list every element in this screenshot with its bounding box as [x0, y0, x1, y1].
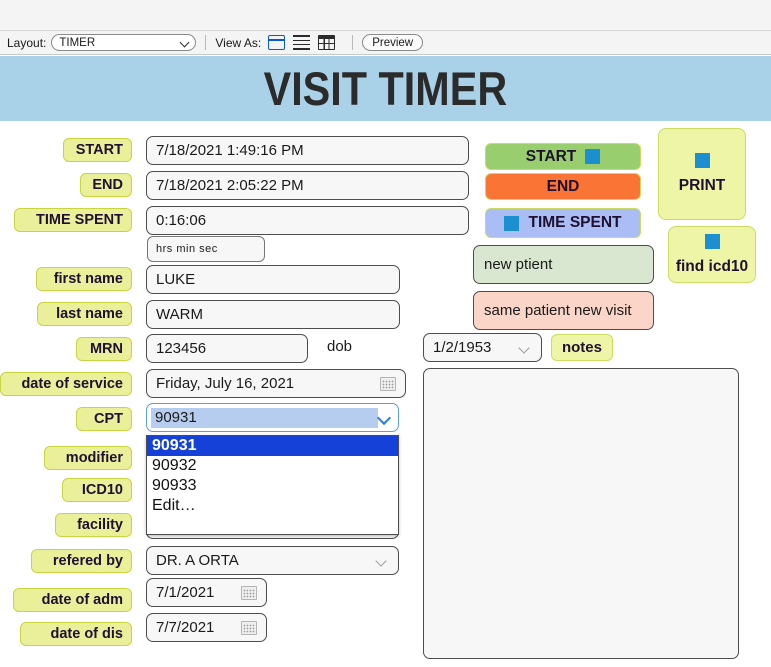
label-dob: dob	[327, 338, 353, 355]
label-first-name: first name	[36, 267, 132, 291]
date-of-service-value: Friday, July 16, 2021	[156, 375, 295, 392]
chevron-down-icon[interactable]	[378, 410, 393, 425]
notes-button[interactable]: notes	[551, 334, 613, 361]
label-last-name: last name	[37, 302, 132, 326]
mrn-value: 123456	[156, 340, 207, 357]
new-patient-label: new ptient	[484, 256, 553, 273]
cpt-option-1[interactable]: 90932	[147, 456, 398, 476]
status-square-icon	[585, 149, 601, 164]
layout-select[interactable]: TIMER	[51, 34, 197, 51]
label-time-spent: TIME SPENT	[14, 208, 132, 232]
new-patient-field[interactable]: new ptient	[473, 245, 654, 284]
toolbar-divider-2	[352, 35, 354, 50]
list-view-icon[interactable]	[293, 35, 311, 50]
page-banner: VISIT TIMER	[0, 56, 771, 121]
form-view-icon[interactable]	[268, 35, 286, 50]
start-button-label: START	[525, 147, 577, 165]
date-of-adm-value: 7/1/2021	[156, 584, 215, 601]
notes-textarea[interactable]	[423, 368, 739, 659]
refered-by-field[interactable]: DR. A ORTA	[146, 546, 399, 575]
time-spent-field[interactable]: 0:16:06	[146, 206, 469, 235]
date-of-service-field[interactable]: Friday, July 16, 2021	[146, 369, 406, 398]
start-value: 7/18/2021 1:49:16 PM	[156, 142, 304, 159]
page-title: VISIT TIMER	[263, 62, 508, 115]
cpt-field[interactable]: 90931	[146, 403, 399, 432]
label-start: START	[63, 138, 132, 162]
dob-value: 1/2/1953	[433, 339, 492, 356]
notes-button-label: notes	[561, 339, 602, 356]
window-titlebar	[0, 0, 771, 31]
same-patient-new-visit-field[interactable]: same patient new visit	[473, 291, 654, 330]
toolbar: Layout: TIMER View As: Preview	[0, 31, 771, 55]
label-mrn: MRN	[76, 337, 132, 361]
label-icd10: ICD10	[62, 478, 132, 502]
time-units-hint: hrs min sec	[147, 236, 265, 262]
label-date-of-service: date of service	[0, 372, 132, 396]
print-button[interactable]: PRINT	[658, 128, 746, 220]
calendar-icon[interactable]	[241, 585, 257, 600]
table-view-icon[interactable]	[318, 35, 336, 50]
toolbar-divider	[205, 35, 207, 50]
print-button-label: PRINT	[678, 177, 726, 194]
find-icd10-button-label: find icd10	[675, 257, 749, 275]
label-modifier: modifier	[44, 446, 132, 470]
time-spent-value: 0:16:06	[156, 212, 207, 229]
chevron-down-icon[interactable]	[376, 554, 389, 567]
label-cpt: CPT	[76, 407, 132, 431]
calendar-icon[interactable]	[380, 376, 396, 391]
mrn-field[interactable]: 123456	[146, 334, 308, 363]
refered-by-value: DR. A ORTA	[156, 552, 239, 569]
view-as-label: View As:	[215, 35, 262, 50]
label-date-of-adm: date of adm	[13, 588, 132, 612]
status-square-icon	[504, 215, 520, 231]
cpt-value: 90931	[151, 407, 378, 428]
dob-field[interactable]: 1/2/1953	[423, 333, 542, 362]
cpt-option-0[interactable]: 90931	[147, 436, 398, 456]
time-spent-button-label: TIME SPENT	[528, 214, 622, 231]
layout-label: Layout:	[7, 35, 47, 50]
cpt-dropdown-popup[interactable]: 90931 90932 90933 Edit…	[146, 435, 399, 535]
first-name-value: LUKE	[156, 271, 196, 288]
date-of-dis-value: 7/7/2021	[156, 619, 215, 636]
end-button[interactable]: END	[485, 173, 641, 200]
label-refered-by: refered by	[31, 549, 132, 573]
preview-button[interactable]: Preview	[362, 34, 424, 51]
same-patient-new-visit-label: same patient new visit	[484, 302, 632, 319]
notes-value	[424, 369, 738, 381]
end-value: 7/18/2021 2:05:22 PM	[156, 177, 304, 194]
chevron-down-icon	[180, 37, 191, 48]
layout-select-value: TIMER	[59, 36, 96, 49]
status-square-icon	[694, 153, 710, 168]
label-facility: facility	[55, 513, 132, 537]
time-spent-button[interactable]: TIME SPENT	[485, 208, 641, 238]
start-field[interactable]: 7/18/2021 1:49:16 PM	[146, 136, 469, 165]
date-of-dis-field[interactable]: 7/7/2021	[146, 613, 267, 642]
calendar-icon[interactable]	[241, 620, 257, 635]
first-name-field[interactable]: LUKE	[146, 265, 400, 294]
end-button-label: END	[546, 177, 580, 195]
end-field[interactable]: 7/18/2021 2:05:22 PM	[146, 171, 469, 200]
chevron-down-icon[interactable]	[519, 341, 532, 354]
label-date-of-dis: date of dis	[20, 622, 132, 646]
status-square-icon	[704, 233, 720, 249]
cpt-option-2[interactable]: 90933	[147, 476, 398, 496]
cpt-option-edit[interactable]: Edit…	[147, 496, 398, 516]
last-name-field[interactable]: WARM	[146, 300, 400, 329]
start-button[interactable]: START	[485, 143, 641, 170]
date-of-adm-field[interactable]: 7/1/2021	[146, 578, 267, 607]
find-icd10-button[interactable]: find icd10	[668, 226, 756, 283]
label-end: END	[80, 173, 132, 197]
last-name-value: WARM	[156, 306, 203, 323]
